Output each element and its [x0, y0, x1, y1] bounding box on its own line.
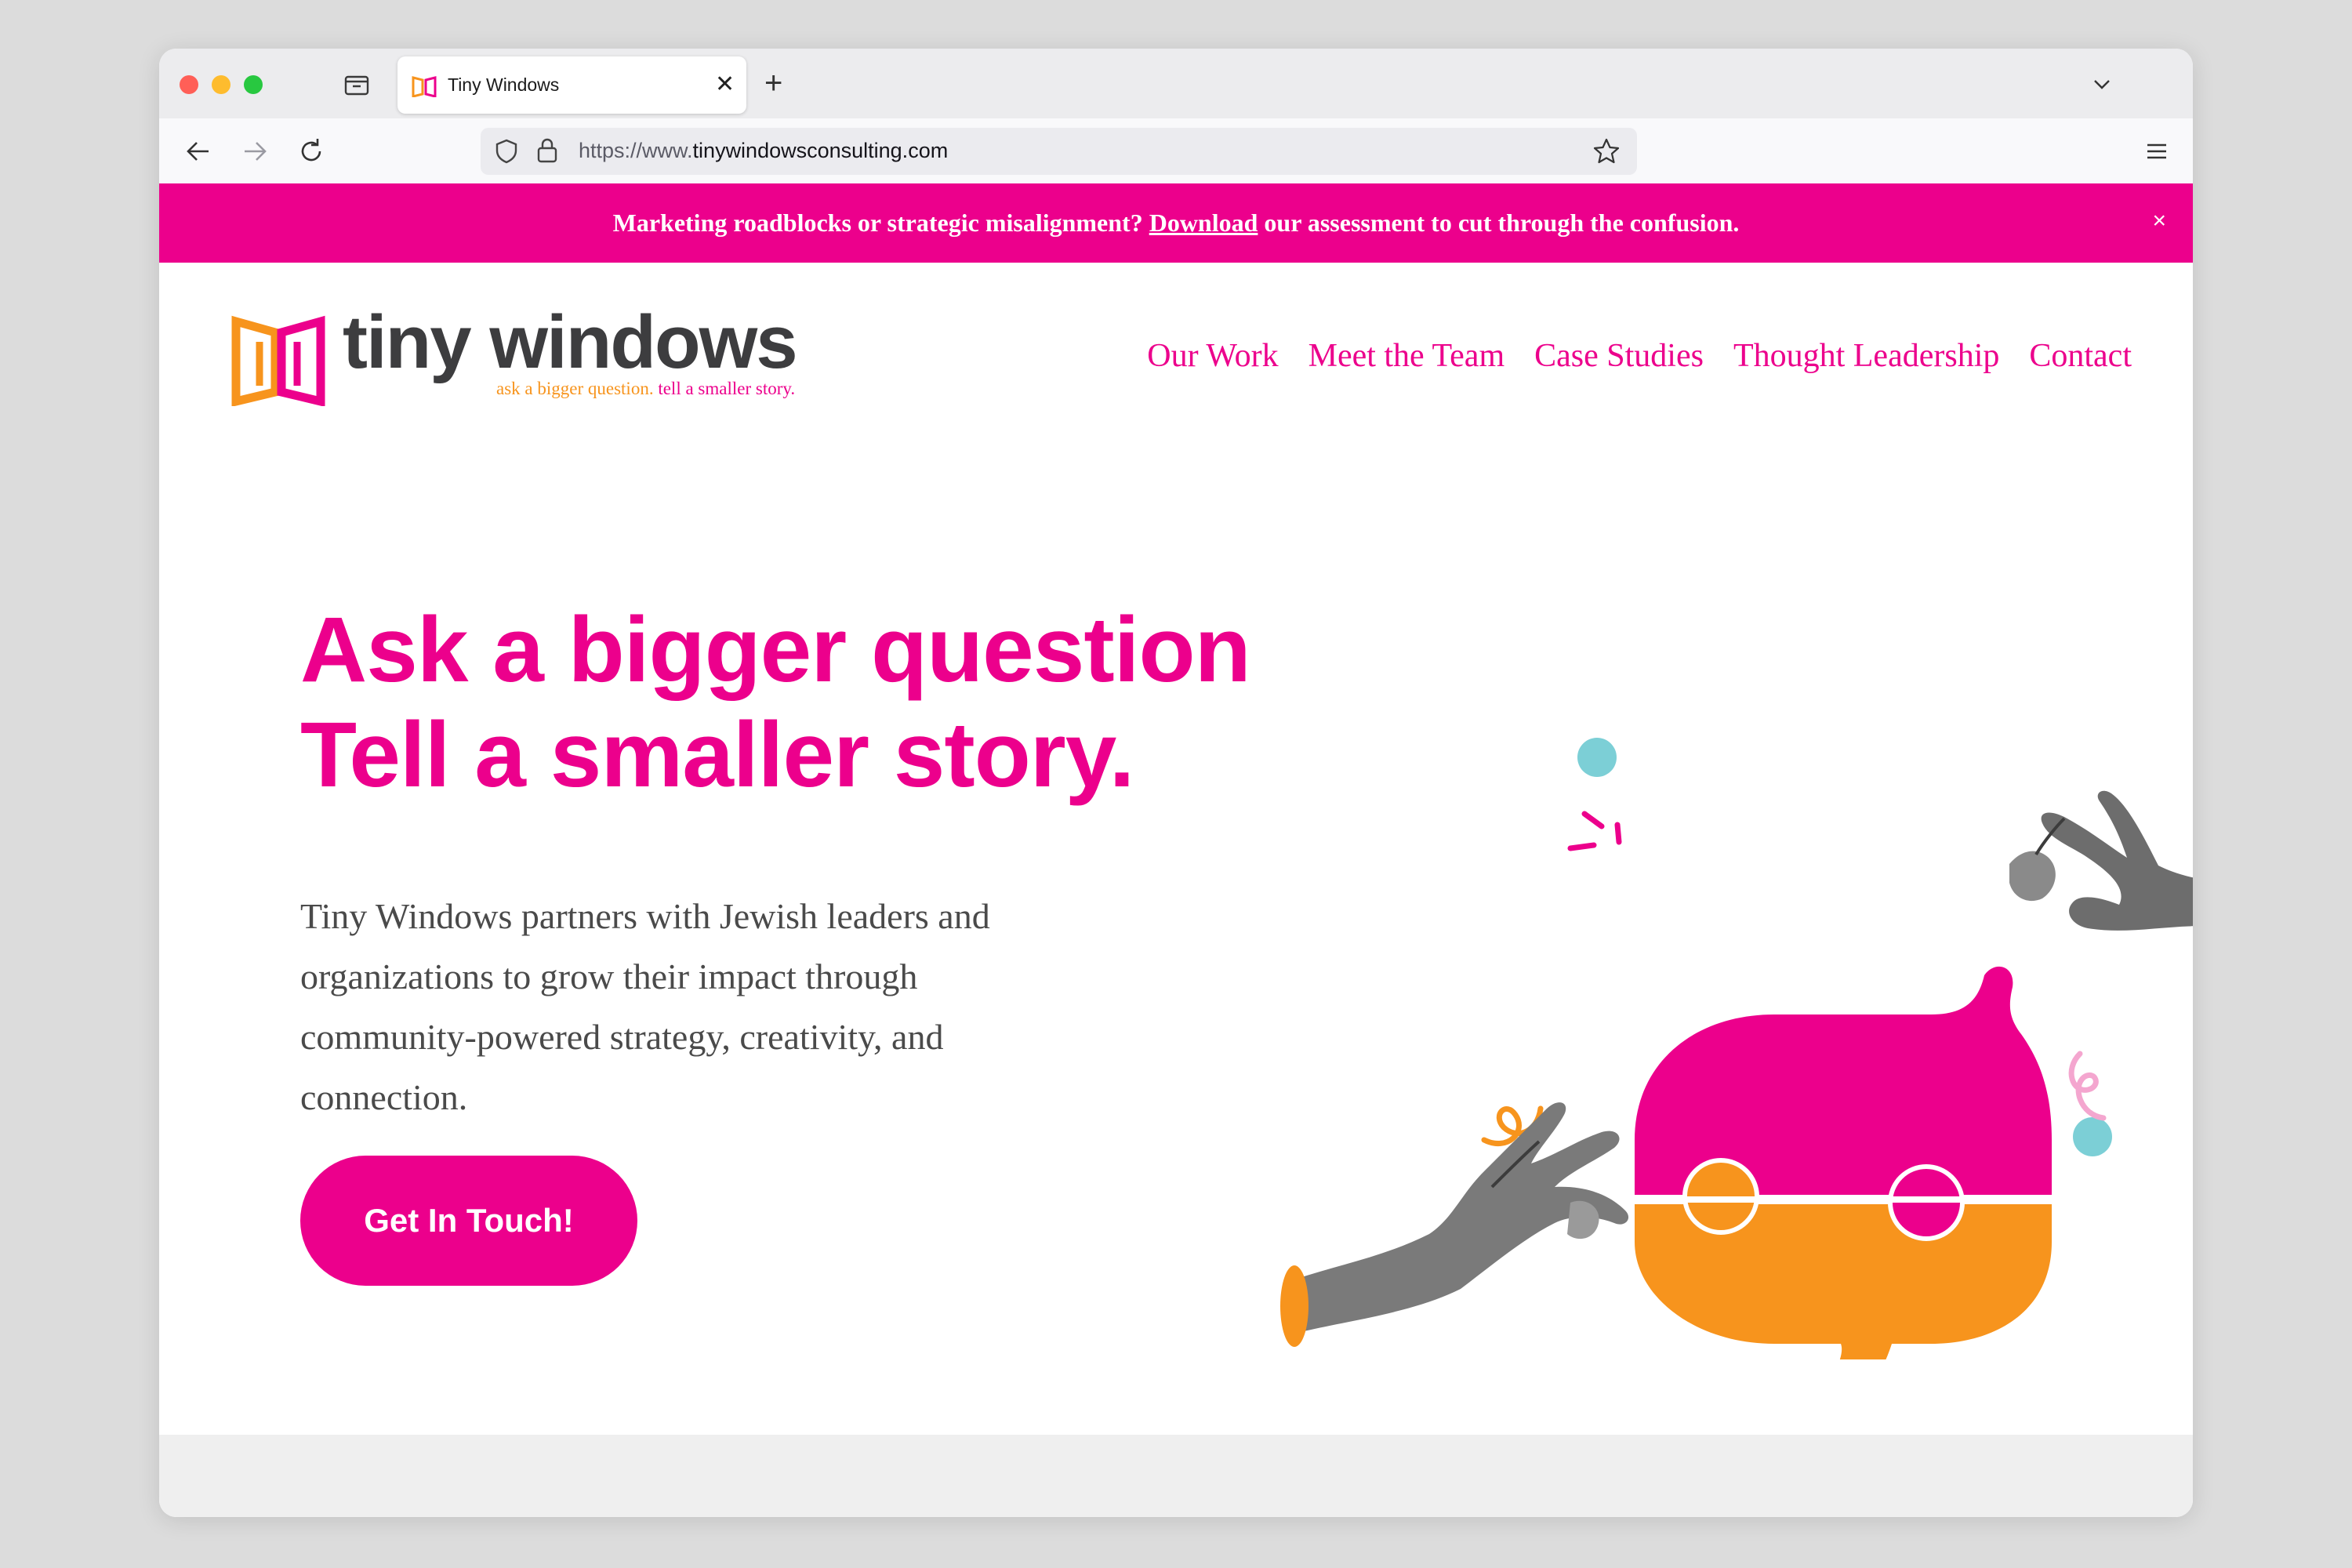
plus-icon[interactable]: +	[764, 66, 782, 100]
banner-download-link[interactable]: Download	[1149, 209, 1258, 237]
close-icon[interactable]: ×	[2152, 183, 2166, 259]
reload-icon[interactable]	[294, 134, 328, 169]
tiny-windows-favicon-icon	[412, 76, 437, 97]
logo-tagline: ask a bigger question. tell a smaller st…	[496, 379, 795, 399]
nav-our-work[interactable]: Our Work	[1147, 337, 1278, 375]
nav-case-studies[interactable]: Case Studies	[1534, 337, 1704, 375]
orange-bubble-half	[1635, 1204, 2052, 1359]
zoom-window-button[interactable]	[244, 75, 263, 94]
logo-tagline-2: tell a smaller story.	[658, 379, 796, 398]
logo-wordmark[interactable]: tiny windows	[343, 299, 798, 386]
hero-title: Ask a bigger question Tell a smaller sto…	[300, 597, 1251, 808]
puzzle-speech-bubble-illustration	[1280, 738, 2193, 1359]
logo-tagline-1: ask a bigger question.	[496, 379, 654, 398]
close-icon[interactable]: ✕	[715, 71, 735, 99]
tiny-windows-logo-icon[interactable]	[231, 315, 325, 406]
shield-icon[interactable]	[493, 138, 520, 165]
nav-contact[interactable]: Contact	[2029, 337, 2132, 375]
hero-description: Tiny Windows partners with Jewish leader…	[300, 896, 990, 1117]
nav-thought-leadership[interactable]: Thought Leadership	[1733, 337, 1999, 375]
back-icon[interactable]	[181, 134, 216, 169]
page-viewport: Marketing roadblocks or strategic misali…	[159, 183, 2193, 1517]
tab-tiny-windows[interactable]: Tiny Windows ✕	[397, 56, 746, 114]
tab-strip: Tiny Windows ✕ +	[159, 49, 2193, 118]
lower-hand	[1280, 1102, 1629, 1347]
promo-banner: Marketing roadblocks or strategic misali…	[159, 183, 2193, 263]
spark-lines	[1567, 811, 1622, 851]
bookmark-star-icon[interactable]	[1592, 136, 1621, 166]
browser-window: Tiny Windows ✕ + https://www.tinywindows…	[159, 49, 2193, 1517]
get-in-touch-button[interactable]: Get In Touch!	[300, 1156, 637, 1286]
url-bar[interactable]: https://www.tinywindowsconsulting.com	[481, 128, 1637, 175]
minimize-window-button[interactable]	[212, 75, 230, 94]
tab-title: Tiny Windows	[448, 74, 560, 95]
chevron-down-icon[interactable]	[2088, 71, 2116, 99]
pink-squiggle	[2068, 1051, 2107, 1121]
url-domain: tinywindowsconsulting.com	[692, 139, 949, 162]
banner-text-before: Marketing roadblocks or strategic misali…	[612, 209, 1149, 237]
teal-dot	[2073, 1117, 2112, 1156]
hero-title-line-1: Ask a bigger question	[300, 598, 1251, 702]
banner-text-after: our assessment to cut through the confus…	[1258, 209, 1740, 237]
main-nav: Our Work Meet the Team Case Studies Thou…	[1147, 337, 2132, 375]
teal-dot	[1577, 738, 1617, 777]
footer-strip	[159, 1435, 2193, 1517]
close-window-button[interactable]	[180, 75, 198, 94]
url-prefix: https://www.	[579, 139, 693, 162]
pink-bubble-half	[1635, 966, 2052, 1195]
browser-toolbar: https://www.tinywindowsconsulting.com	[159, 118, 2193, 184]
forward-icon[interactable]	[238, 134, 272, 169]
url-text[interactable]: https://www.tinywindowsconsulting.com	[579, 139, 948, 163]
hero-title-line-2: Tell a smaller story.	[300, 703, 1134, 807]
overview-icon[interactable]	[342, 70, 372, 100]
nav-meet-the-team[interactable]: Meet the Team	[1308, 337, 1505, 375]
menu-icon[interactable]	[2141, 136, 2172, 167]
upper-hand	[2009, 790, 2193, 931]
lock-icon[interactable]	[535, 137, 559, 164]
